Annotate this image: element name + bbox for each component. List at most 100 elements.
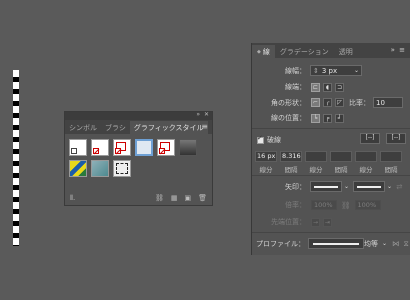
tab-stroke-label: 線 xyxy=(262,47,270,56)
style-swatch-none-fill[interactable] xyxy=(91,139,109,156)
arrow-position-row: 先端位置： → ⇥ xyxy=(252,217,335,227)
stroke-panel-tabs: ◆ 線 グラデーション 透明 » ≡ xyxy=(252,43,410,58)
preserve-dash-icon[interactable]: [‐‐] xyxy=(360,133,380,144)
align-row: 線の位置： ╘ ╒ ╛ xyxy=(252,113,347,123)
divider xyxy=(252,175,410,176)
dashed-label: 破線 xyxy=(267,136,281,144)
profile-select[interactable] xyxy=(308,238,364,249)
tab-brushes[interactable]: ブラシ xyxy=(101,121,130,134)
dashed-stroke-line[interactable] xyxy=(13,70,19,246)
gap-label-3: 間隔 xyxy=(384,166,398,174)
cap-label: 線端： xyxy=(285,83,306,91)
align-outside-icon[interactable]: ╛ xyxy=(335,113,344,123)
library-menu-icon[interactable]: ⫴. xyxy=(70,194,75,203)
chevron-down-icon[interactable]: ⌄ xyxy=(354,67,359,74)
gap-field-3[interactable] xyxy=(380,151,402,162)
style-swatch-red-frame[interactable] xyxy=(157,139,175,156)
weight-value: 3 px xyxy=(321,66,338,75)
align-dash-corners-icon[interactable]: [‐‐] xyxy=(386,133,406,144)
tab-gradient[interactable]: グラデーション xyxy=(275,45,334,58)
style-swatch-red-outline[interactable] xyxy=(113,139,131,156)
arrow-label: 矢印： xyxy=(285,182,306,191)
round-cap-icon[interactable]: ◖ xyxy=(323,82,332,92)
butt-cap-icon[interactable]: ⊏ xyxy=(311,82,320,92)
dash-align-buttons: [‐‐] [‐‐] xyxy=(360,133,409,144)
stroke-panel: ◆ 線 グラデーション 透明 » ≡ 線幅： ⇕ 3 px ⌄ 線端： ⊏ ◖ ⊐ 角… xyxy=(251,43,410,255)
style-swatch-grid xyxy=(65,134,212,178)
panel-titlebar[interactable]: » ✕ xyxy=(65,111,212,120)
new-style-icon[interactable]: ▣ xyxy=(184,194,191,202)
dash-pattern-labels: 線分 間隔 線分 間隔 線分 間隔 xyxy=(255,164,402,174)
tab-symbols[interactable]: シンボル xyxy=(65,121,101,134)
link-icon[interactable]: ⛓ xyxy=(341,201,351,210)
align-inside-icon[interactable]: ╒ xyxy=(323,113,332,123)
style-swatch-default[interactable] xyxy=(69,139,87,156)
tab-graphic-styles[interactable]: グラフィックスタイル xyxy=(129,121,208,134)
dash-label-3: 線分 xyxy=(359,166,373,174)
style-swatch-blue[interactable] xyxy=(135,139,153,156)
projecting-cap-icon[interactable]: ⊐ xyxy=(335,82,344,92)
chevron-down-icon[interactable]: ⌄ xyxy=(344,183,349,190)
divider xyxy=(252,232,410,233)
gap-label-2: 間隔 xyxy=(334,166,348,174)
panel-menu-icon[interactable]: » ≡ xyxy=(391,46,406,54)
chevron-down-icon[interactable]: ⌄ xyxy=(387,183,392,190)
dash-field-1[interactable]: 16 px xyxy=(255,151,277,162)
options-icon[interactable]: ▦ xyxy=(171,194,178,202)
gap-label-1: 間隔 xyxy=(284,166,298,174)
dashed-row: 破線 xyxy=(257,134,281,145)
dash-field-2[interactable] xyxy=(305,151,327,162)
bevel-join-icon[interactable]: ◸ xyxy=(335,98,344,107)
style-swatch-teal[interactable] xyxy=(91,160,109,177)
panel-tabs: シンボル ブラシ グラフィックスタイル ≡ xyxy=(65,120,212,134)
dashed-checkbox[interactable] xyxy=(257,134,264,144)
end-arrow-select[interactable] xyxy=(353,181,386,192)
graphic-style-panel: » ✕ シンボル ブラシ グラフィックスタイル ≡ ⫴. ⛓ ▦ ▣ 🗑 xyxy=(64,111,213,206)
tab-transparency[interactable]: 透明 xyxy=(334,45,358,58)
gap-field-2[interactable] xyxy=(330,151,352,162)
swap-arrows-icon[interactable]: ⇄ xyxy=(396,182,402,191)
corner-label: 角の形状： xyxy=(271,98,306,107)
tab-stroke[interactable]: ◆ 線 xyxy=(252,45,275,58)
weight-input[interactable]: ⇕ 3 px ⌄ xyxy=(310,65,362,76)
weight-label: 線幅： xyxy=(285,66,306,75)
divider xyxy=(252,128,410,129)
miter-label: 比率： xyxy=(349,98,370,107)
start-scale-input[interactable]: 100% xyxy=(311,200,337,210)
panel-footer: ⫴. ⛓ ▦ ▣ 🗑 xyxy=(65,191,212,205)
close-icon[interactable]: ✕ xyxy=(204,111,209,118)
stepper-icon[interactable]: ⇕ xyxy=(313,67,319,75)
dash-pattern-fields: 16 px 8.316 xyxy=(255,151,402,162)
tab-toggle-icon[interactable]: ◆ xyxy=(257,49,261,55)
weight-row: 線幅： ⇕ 3 px ⌄ xyxy=(252,65,362,76)
dash-label-2: 線分 xyxy=(309,166,323,174)
style-swatch-dashed[interactable] xyxy=(113,160,131,177)
flip-across-icon[interactable]: ⧖ xyxy=(404,239,409,249)
trash-icon[interactable]: 🗑 xyxy=(198,194,207,202)
style-swatch-dark-gradient[interactable] xyxy=(179,139,197,156)
arrow-tip-place-icon[interactable]: ⇥ xyxy=(323,217,332,227)
miter-input[interactable]: 10 xyxy=(373,97,403,108)
corner-row: 角の形状： ⌐ ╭ ◸ 比率： 10 xyxy=(252,97,403,108)
style-swatch-pattern[interactable] xyxy=(69,160,87,177)
arrow-position-label: 先端位置： xyxy=(271,218,306,226)
profile-row: プロファイル： 均等 ⌄ ⋈ ⧖ xyxy=(256,238,409,249)
arrow-tip-extend-icon[interactable]: → xyxy=(311,217,320,227)
gap-field-1[interactable]: 8.316 xyxy=(280,151,302,162)
scale-label: 倍率： xyxy=(285,201,306,209)
profile-label: プロファイル： xyxy=(256,239,305,248)
chevron-down-icon[interactable]: ⌄ xyxy=(382,240,387,247)
round-join-icon[interactable]: ╭ xyxy=(323,98,332,107)
start-arrow-select[interactable] xyxy=(310,181,342,192)
dash-field-3[interactable] xyxy=(355,151,377,162)
arrow-row: 矢印： ⌄ ⌄ ⇄ xyxy=(252,181,402,192)
dash-label-1: 線分 xyxy=(259,166,273,174)
end-scale-input[interactable]: 100% xyxy=(354,200,381,210)
hamburger-menu-icon[interactable]: ≡ xyxy=(201,123,208,131)
flip-along-icon[interactable]: ⋈ xyxy=(392,239,400,248)
break-link-icon[interactable]: ⛓ xyxy=(155,194,164,202)
profile-value: 均等 xyxy=(364,239,378,248)
miter-join-icon[interactable]: ⌐ xyxy=(311,98,320,107)
align-center-icon[interactable]: ╘ xyxy=(311,113,320,123)
double-chevron-icon[interactable]: » xyxy=(196,111,200,118)
